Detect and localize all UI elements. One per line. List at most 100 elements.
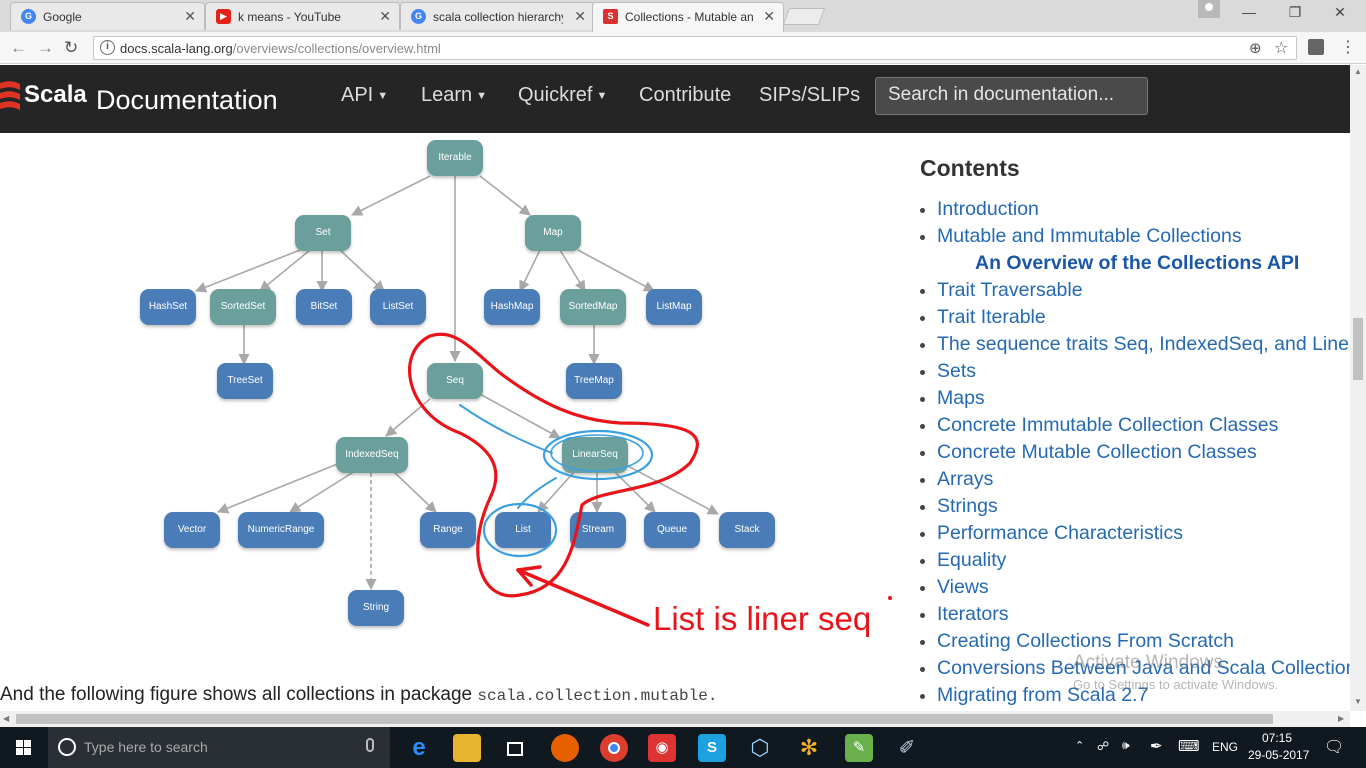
- doc-search-input[interactable]: Search in documentation...: [875, 77, 1148, 115]
- toc-item[interactable]: Strings: [920, 495, 1350, 522]
- back-icon[interactable]: ←: [10, 38, 27, 58]
- clock-date[interactable]: 29-05-2017: [1248, 748, 1309, 762]
- language-indicator[interactable]: ENG: [1212, 740, 1238, 754]
- body-caption: And the following figure shows all colle…: [0, 684, 717, 706]
- windows-start-icon[interactable]: [8, 735, 38, 761]
- firefox-icon[interactable]: [551, 734, 579, 762]
- tray-chevron-icon[interactable]: ⌃: [1075, 739, 1084, 752]
- virtualbox-icon[interactable]: ⬡: [746, 734, 774, 762]
- chrome-icon[interactable]: [600, 734, 628, 762]
- toc-item[interactable]: The sequence traits Seq, IndexedSeq, and…: [920, 333, 1366, 360]
- new-tab-button[interactable]: [782, 8, 826, 25]
- toc-heading: Contents: [920, 155, 1020, 181]
- notifications-icon[interactable]: 🗨: [1324, 737, 1344, 757]
- taskbar-search[interactable]: Type here to search: [48, 727, 390, 768]
- scala-doc-navbar: Scala Documentation API ▼ Learn ▼ Quickref…: [0, 65, 1350, 133]
- vertical-scroll-thumb[interactable]: [1353, 318, 1363, 380]
- caption-code: scala.collection.mutable.: [477, 687, 718, 705]
- vertical-scrollbar[interactable]: ▲ ▼: [1350, 65, 1366, 711]
- pen-icon[interactable]: ✒: [1150, 737, 1163, 755]
- documentation-title[interactable]: Documentation: [96, 85, 278, 116]
- nav-learn[interactable]: Learn ▼: [421, 84, 487, 107]
- nav-api[interactable]: API ▼: [341, 84, 388, 107]
- toc-item-current[interactable]: An Overview of the Collections API: [920, 252, 1350, 279]
- scroll-right-icon[interactable]: ▶: [1338, 714, 1344, 723]
- extension-icon[interactable]: [1308, 39, 1324, 55]
- clock-time[interactable]: 07:15: [1262, 731, 1292, 745]
- toc-item[interactable]: Mutable and Immutable Collections: [920, 225, 1350, 252]
- tab-title: k means - YouTube: [238, 10, 341, 24]
- toc-item[interactable]: Iterators: [920, 603, 1350, 630]
- reload-icon[interactable]: ↻: [64, 38, 78, 58]
- file-explorer-icon[interactable]: [453, 734, 481, 762]
- restore-icon[interactable]: ❐: [1280, 4, 1310, 21]
- menu-icon[interactable]: ⋮: [1340, 37, 1356, 57]
- tab-youtube[interactable]: ▶ k means - YouTube ✕: [205, 2, 400, 30]
- forward-icon[interactable]: →: [37, 38, 54, 58]
- collections-hierarchy-diagram: Iterable Set Map HashSet SortedSet BitSe…: [0, 133, 900, 673]
- scala-icon: S: [603, 9, 618, 24]
- toc-item[interactable]: Concrete Immutable Collection Classes: [920, 414, 1350, 441]
- address-bar[interactable]: i docs.scala-lang.org/overviews/collecti…: [93, 36, 1297, 60]
- scroll-up-icon[interactable]: ▲: [1354, 67, 1362, 76]
- browser-toolbar: ← → ↻ i docs.scala-lang.org/overviews/co…: [0, 32, 1366, 64]
- tab-title: Collections - Mutable and: [625, 10, 753, 24]
- horizontal-scrollbar[interactable]: ◀ ▶: [0, 711, 1350, 727]
- paint-icon[interactable]: ✐: [893, 734, 921, 762]
- toc-item[interactable]: Views: [920, 576, 1350, 603]
- chevron-down-icon: ▼: [596, 89, 608, 102]
- toc-item[interactable]: Concrete Mutable Collection Classes: [920, 441, 1350, 468]
- close-window-icon[interactable]: ✕: [1325, 4, 1355, 21]
- network-icon[interactable]: ☍: [1097, 739, 1109, 753]
- url-text: docs.scala-lang.org/overviews/collection…: [120, 41, 441, 56]
- close-icon[interactable]: ✕: [574, 8, 586, 25]
- close-icon[interactable]: ✕: [379, 8, 391, 25]
- scroll-down-icon[interactable]: ▼: [1354, 697, 1362, 706]
- settings-app-icon[interactable]: ✻: [795, 734, 823, 762]
- store-icon[interactable]: [501, 734, 529, 762]
- volume-icon[interactable]: 🕪: [1122, 738, 1130, 753]
- nav-contribute[interactable]: Contribute: [639, 84, 731, 107]
- star-icon[interactable]: ☆: [1274, 38, 1288, 58]
- toc-item[interactable]: Equality: [920, 549, 1350, 576]
- windows-taskbar: Type here to search e ◉ S ⬡ ✻ ✎ ✐ ⌃ ☍ 🕪 …: [0, 727, 1366, 768]
- app-icon[interactable]: ◉: [648, 734, 676, 762]
- tab-title: scala collection hierarchy: [433, 10, 563, 24]
- annotation-strokes: [407, 332, 892, 627]
- profile-icon[interactable]: [1198, 0, 1220, 18]
- tab-google[interactable]: G Google ✕: [10, 2, 205, 30]
- youtube-icon: ▶: [216, 9, 231, 24]
- keyboard-icon[interactable]: ⌨: [1178, 737, 1200, 755]
- toc-item[interactable]: Sets: [920, 360, 1350, 387]
- close-icon[interactable]: ✕: [184, 8, 196, 25]
- browser-tab-strip: G Google ✕ ▶ k means - YouTube ✕ G scala…: [0, 0, 1366, 32]
- zoom-icon[interactable]: ⊕: [1249, 39, 1262, 57]
- microphone-icon[interactable]: [366, 738, 374, 752]
- toc-item[interactable]: Trait Traversable: [920, 279, 1350, 306]
- minimize-icon[interactable]: —: [1234, 4, 1264, 20]
- info-icon[interactable]: i: [100, 40, 115, 55]
- activate-windows-subtext: Go to Settings to activate Windows.: [1073, 677, 1279, 692]
- nav-label: Learn: [421, 84, 473, 106]
- toc-item[interactable]: Trait Iterable: [920, 306, 1350, 333]
- tab-scala-collections[interactable]: S Collections - Mutable and ✕: [592, 2, 784, 32]
- scroll-left-icon[interactable]: ◀: [3, 714, 9, 723]
- scala-logo-text[interactable]: Scala: [24, 81, 87, 109]
- nav-sips[interactable]: SIPs/SLIPs: [759, 84, 860, 107]
- toc-item[interactable]: Maps: [920, 387, 1350, 414]
- scala-logo-icon[interactable]: [0, 79, 22, 113]
- toc-item[interactable]: Performance Characteristics: [920, 522, 1350, 549]
- edge-icon[interactable]: e: [405, 734, 433, 762]
- horizontal-scroll-thumb[interactable]: [16, 714, 1273, 724]
- chevron-down-icon: ▼: [476, 89, 488, 102]
- toc-item[interactable]: Introduction: [920, 198, 1350, 225]
- tab-google-search[interactable]: G scala collection hierarchy ✕: [400, 2, 595, 30]
- nav-label: Quickref: [518, 84, 593, 106]
- notepad-icon[interactable]: ✎: [845, 734, 873, 762]
- skype-icon[interactable]: S: [698, 734, 726, 762]
- nav-quickref[interactable]: Quickref ▼: [518, 84, 607, 107]
- table-of-contents: Contents Introduction Mutable and Immuta…: [920, 155, 1366, 711]
- caption-text: And the following figure shows all colle…: [0, 684, 478, 705]
- toc-item[interactable]: Arrays: [920, 468, 1350, 495]
- close-icon[interactable]: ✕: [763, 8, 775, 25]
